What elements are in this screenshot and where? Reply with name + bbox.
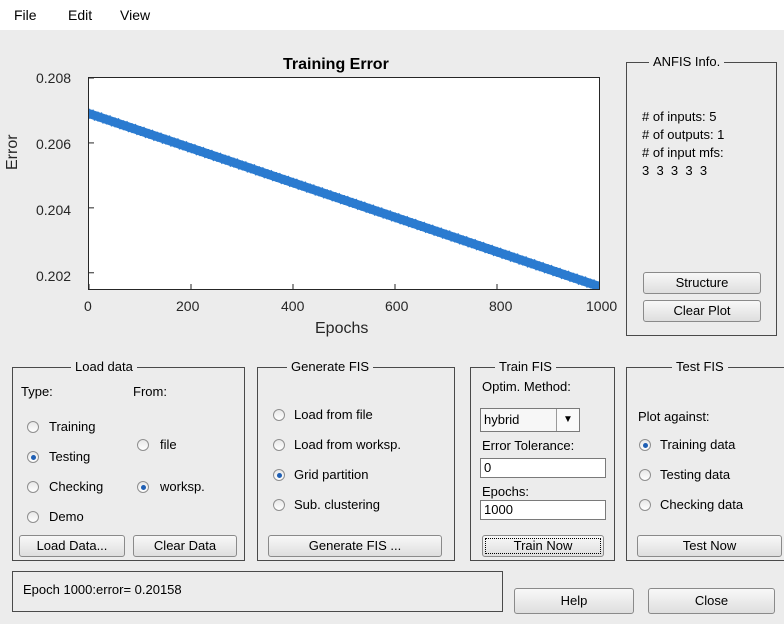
plot-against-label: Plot against: (638, 409, 710, 424)
status-text: Epoch 1000:error= 0.20158 (23, 582, 182, 597)
radio-testing-data[interactable] (639, 469, 651, 481)
test-fis-panel: Test FIS Plot against: Training data Tes… (626, 359, 784, 561)
y-tick-label: 0.206 (36, 136, 72, 152)
generate-fis-button[interactable]: Generate FIS ... (268, 535, 442, 557)
test-now-button[interactable]: Test Now (637, 535, 782, 557)
close-button[interactable]: Close (648, 588, 775, 614)
radio-source-file[interactable] (137, 439, 149, 451)
train-fis-title: Train FIS (495, 359, 556, 374)
type-label: Type: (21, 384, 53, 399)
from-label: From: (133, 384, 167, 399)
error-tolerance-label: Error Tolerance: (482, 438, 575, 453)
optim-method-label: Optim. Method: (482, 379, 571, 394)
radio-load-from-file[interactable] (273, 409, 285, 421)
load-data-panel: Load data Type: From: Training Testing C… (12, 359, 245, 561)
y-tick-label: 0.202 (36, 268, 72, 284)
y-tick-label: 0.204 (36, 202, 72, 218)
y-tick-label: 0.208 (36, 70, 72, 86)
type-testing-label: Testing (49, 449, 91, 464)
generate-fis-panel: Generate FIS Load from file Load from wo… (257, 359, 455, 561)
num-outputs: # of outputs: 1 (642, 127, 725, 142)
x-tick-label: 600 (385, 298, 409, 314)
load-from-file-label: Load from file (294, 407, 373, 422)
num-inputs: # of inputs: 5 (642, 109, 717, 124)
structure-button[interactable]: Structure (643, 272, 761, 294)
train-fis-panel: Train FIS Optim. Method: hybrid ▼ Error … (470, 359, 615, 561)
help-button[interactable]: Help (514, 588, 634, 614)
train-now-button[interactable]: Train Now (482, 535, 604, 557)
epochs-label: Epochs: (482, 484, 529, 499)
plot-canvas (89, 78, 599, 289)
load-data-button[interactable]: Load Data... (19, 535, 125, 557)
epochs-input[interactable]: 1000 (480, 500, 606, 520)
x-tick-label: 800 (489, 298, 513, 314)
x-axis-label: Epochs (315, 320, 369, 337)
sub-clustering-label: Sub. clustering (294, 497, 380, 512)
type-training-label: Training (49, 419, 96, 434)
training-data-label: Training data (660, 437, 736, 452)
clear-data-button[interactable]: Clear Data (133, 535, 237, 557)
radio-checking-data[interactable] (639, 499, 651, 511)
training-error-plot (88, 77, 600, 290)
y-axis-label: Error (4, 134, 21, 170)
x-tick-label: 1000 (586, 298, 618, 314)
status-box: Epoch 1000:error= 0.20158 (12, 571, 503, 612)
radio-grid-partition[interactable] (273, 469, 285, 481)
menu-edit[interactable]: Edit (68, 7, 92, 23)
type-checking-label: Checking (49, 479, 104, 494)
test-fis-title: Test FIS (672, 359, 728, 374)
anfis-info-title: ANFIS Info. (649, 54, 725, 69)
num-input-mfs-label: # of input mfs: (642, 145, 724, 160)
radio-type-testing[interactable] (27, 451, 39, 463)
menu-file[interactable]: File (14, 7, 37, 23)
load-from-workspace-label: Load from worksp. (294, 437, 401, 452)
grid-partition-label: Grid partition (294, 467, 369, 482)
anfis-info-panel: ANFIS Info. # of inputs: 5 # of outputs:… (626, 54, 777, 336)
menu-bar: File Edit View (0, 0, 784, 31)
menu-view[interactable]: View (120, 7, 150, 23)
plot-title: Training Error (283, 56, 389, 73)
optim-method-value: hybrid (484, 412, 520, 427)
x-tick-label: 400 (281, 298, 305, 314)
chevron-down-icon[interactable]: ▼ (556, 409, 579, 431)
radio-sub-clustering[interactable] (273, 499, 285, 511)
type-demo-label: Demo (49, 509, 84, 524)
source-workspace-label: worksp. (160, 479, 205, 494)
error-tolerance-input[interactable]: 0 (480, 458, 606, 478)
testing-data-label: Testing data (660, 467, 731, 482)
num-input-mfs-values: 3 3 3 3 3 (642, 163, 708, 178)
checking-data-label: Checking data (660, 497, 744, 512)
x-tick-label: 200 (176, 298, 200, 314)
radio-type-training[interactable] (27, 421, 39, 433)
clear-plot-button[interactable]: Clear Plot (643, 300, 761, 322)
radio-load-from-workspace[interactable] (273, 439, 285, 451)
source-file-label: file (160, 437, 177, 452)
optim-method-select[interactable]: hybrid ▼ (480, 408, 580, 432)
radio-source-workspace[interactable] (137, 481, 149, 493)
radio-type-checking[interactable] (27, 481, 39, 493)
generate-fis-title: Generate FIS (287, 359, 374, 374)
x-tick-label: 0 (84, 298, 92, 314)
radio-training-data[interactable] (639, 439, 651, 451)
load-data-title: Load data (71, 359, 137, 374)
radio-type-demo[interactable] (27, 511, 39, 523)
